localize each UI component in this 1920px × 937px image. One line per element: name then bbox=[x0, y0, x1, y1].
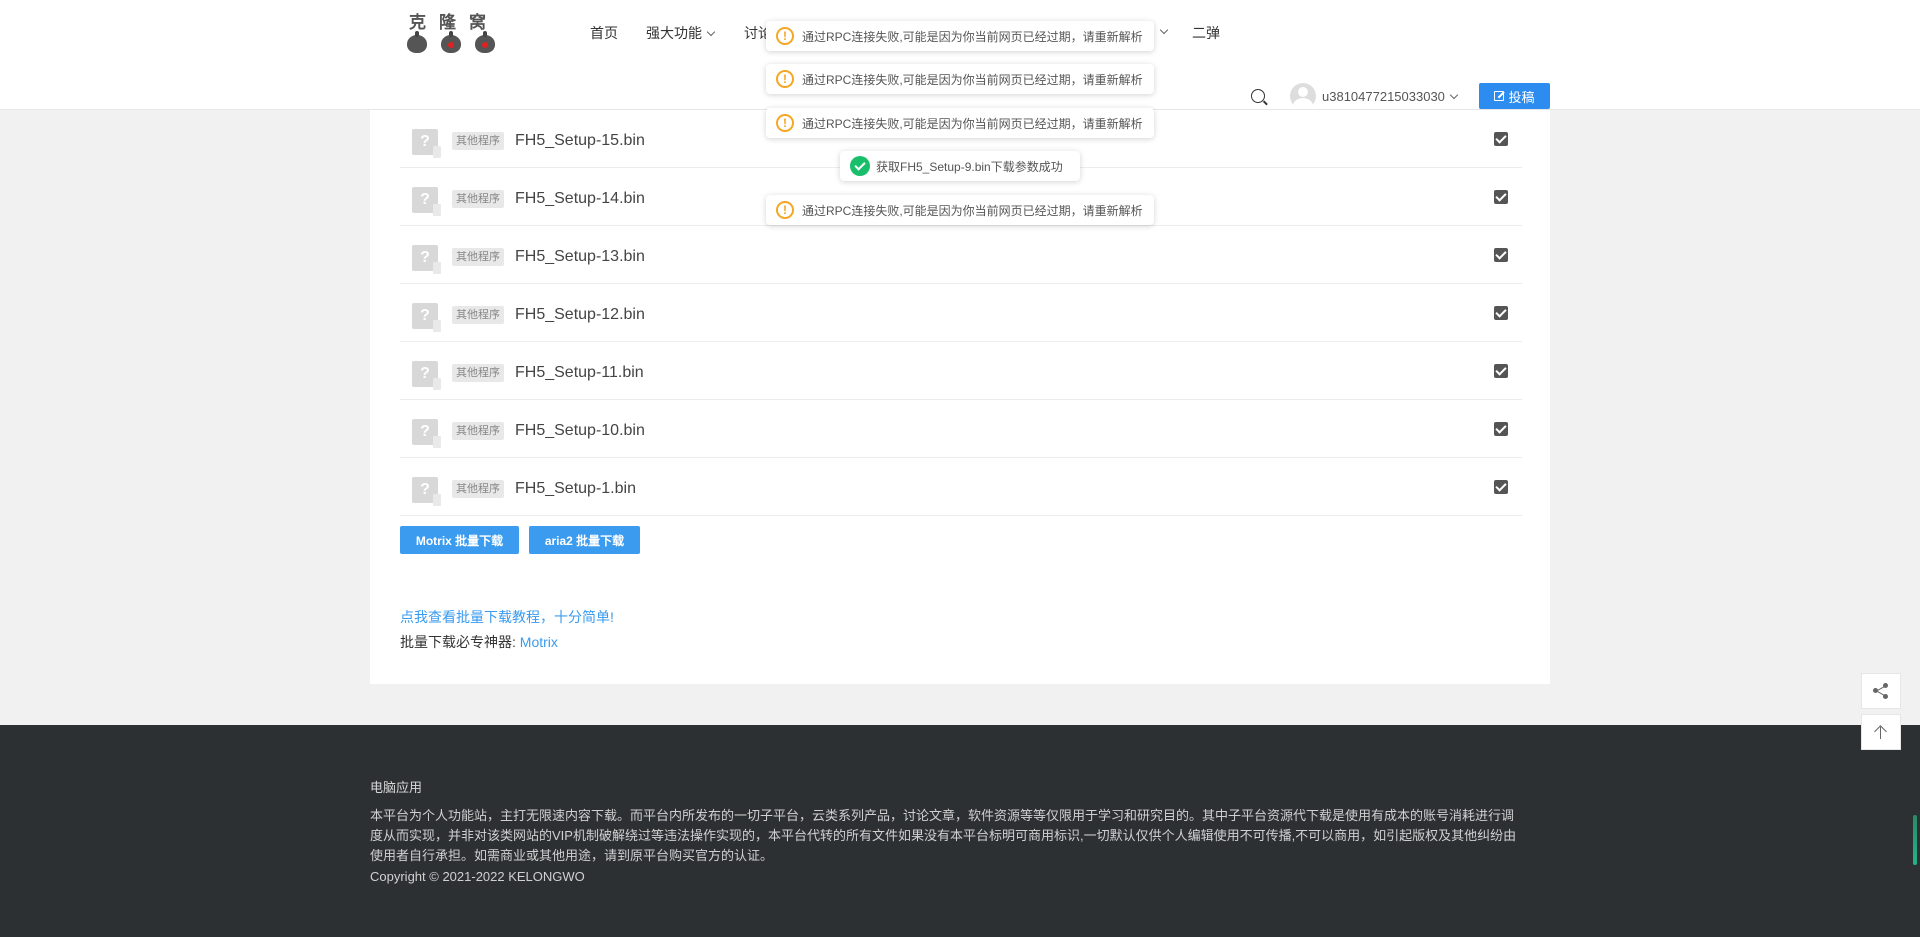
file-checkbox[interactable] bbox=[1494, 190, 1508, 204]
post-button-label: 投稿 bbox=[1508, 89, 1535, 105]
file-checkbox[interactable] bbox=[1494, 132, 1508, 146]
file-checkbox[interactable] bbox=[1494, 306, 1508, 320]
file-name: FH5_Setup-15.bin bbox=[515, 132, 645, 149]
logo-text: 克 隆 窝 bbox=[405, 8, 495, 33]
logo-char-1: 克 bbox=[409, 13, 427, 33]
warning-icon: ! bbox=[776, 201, 794, 219]
username: u3810477215033030 bbox=[1322, 89, 1445, 104]
search-icon[interactable] bbox=[1251, 89, 1265, 103]
motrix-link[interactable]: Motrix bbox=[520, 634, 558, 650]
motrix-batch-download-button[interactable]: Motrix 批量下载 bbox=[400, 526, 519, 554]
arrow-up-icon bbox=[1874, 725, 1888, 739]
mascot-icon bbox=[441, 31, 461, 53]
nav-features[interactable]: 强大功能 bbox=[646, 23, 716, 43]
share-button[interactable] bbox=[1861, 673, 1901, 709]
chevron-down-icon bbox=[1449, 90, 1459, 100]
file-category-tag: 其他程序 bbox=[452, 364, 504, 382]
user-menu[interactable]: u3810477215033030 bbox=[1322, 89, 1459, 104]
toast-message: 获取FH5_Setup-9.bin下载参数成功 bbox=[876, 159, 1063, 174]
file-category-tag: 其他程序 bbox=[452, 190, 504, 208]
rpc-fail-toast: ! 通过RPC连接失败,可能是因为你当前网页已经过期，请重新解析 bbox=[766, 108, 1154, 138]
footer-copyright: Copyright © 2021-2022 KELONGWO bbox=[370, 869, 585, 884]
mascot-icon bbox=[475, 31, 495, 53]
file-category-tag: 其他程序 bbox=[452, 306, 504, 324]
unknown-file-icon: ? bbox=[412, 187, 441, 216]
rpc-fail-toast: ! 通过RPC连接失败,可能是因为你当前网页已经过期，请重新解析 bbox=[766, 195, 1154, 225]
nav-second-label: 二弹 bbox=[1192, 25, 1220, 41]
chevron-down-icon bbox=[1159, 25, 1169, 35]
toast-message: 通过RPC连接失败,可能是因为你当前网页已经过期，请重新解析 bbox=[802, 29, 1143, 44]
logo-char-2: 隆 bbox=[439, 13, 457, 33]
file-name: FH5_Setup-12.bin bbox=[515, 306, 645, 323]
file-name: FH5_Setup-11.bin bbox=[515, 364, 644, 381]
unknown-file-icon: ? bbox=[412, 245, 441, 274]
file-category-tag: 其他程序 bbox=[452, 132, 504, 150]
footer-title: 电脑应用 bbox=[370, 780, 423, 795]
file-category-tag: 其他程序 bbox=[452, 480, 504, 498]
warning-icon: ! bbox=[776, 114, 794, 132]
rpc-fail-toast: ! 通过RPC连接失败,可能是因为你当前网页已经过期，请重新解析 bbox=[766, 21, 1154, 51]
file-checkbox[interactable] bbox=[1494, 248, 1508, 262]
file-checkbox[interactable] bbox=[1494, 480, 1508, 494]
avatar[interactable] bbox=[1290, 83, 1316, 109]
tool-prefix: 批量下载必专神器: bbox=[400, 634, 516, 650]
file-row[interactable]: ? 其他程序 FH5_Setup-11.bin bbox=[400, 342, 1522, 400]
toast-message: 通过RPC连接失败,可能是因为你当前网页已经过期，请重新解析 bbox=[802, 203, 1143, 218]
file-name: FH5_Setup-13.bin bbox=[515, 248, 645, 265]
file-name: FH5_Setup-14.bin bbox=[515, 190, 645, 207]
unknown-file-icon: ? bbox=[412, 419, 441, 448]
file-category-tag: 其他程序 bbox=[452, 422, 504, 440]
file-row[interactable]: ? 其他程序 FH5_Setup-13.bin bbox=[400, 226, 1522, 284]
file-category-tag: 其他程序 bbox=[452, 248, 504, 266]
unknown-file-icon: ? bbox=[412, 477, 441, 506]
logo-char-3: 窝 bbox=[469, 13, 487, 33]
nav-home-label: 首页 bbox=[590, 25, 618, 41]
file-row[interactable]: ? 其他程序 FH5_Setup-1.bin bbox=[400, 458, 1522, 516]
file-checkbox[interactable] bbox=[1494, 364, 1508, 378]
file-name: FH5_Setup-1.bin bbox=[515, 480, 636, 497]
rpc-fail-toast: ! 通过RPC连接失败,可能是因为你当前网页已经过期，请重新解析 bbox=[766, 64, 1154, 94]
edit-icon bbox=[1494, 91, 1505, 101]
footer-disclaimer: 本平台为个人功能站，主打无限速内容下载。而平台内所发布的一切子平台，云类系列产品… bbox=[370, 808, 1517, 863]
file-row[interactable]: ? 其他程序 FH5_Setup-10.bin bbox=[400, 400, 1522, 458]
success-toast: 获取FH5_Setup-9.bin下载参数成功 bbox=[840, 151, 1080, 181]
chevron-down-icon bbox=[706, 27, 716, 37]
unknown-file-icon: ? bbox=[412, 129, 441, 158]
unknown-file-icon: ? bbox=[412, 303, 441, 332]
post-button[interactable]: 投稿 bbox=[1479, 83, 1550, 109]
share-icon bbox=[1873, 683, 1889, 699]
check-circle-icon bbox=[850, 156, 870, 176]
unknown-file-icon: ? bbox=[412, 361, 441, 390]
nav-second[interactable]: 二弹 bbox=[1192, 23, 1220, 43]
warning-icon: ! bbox=[776, 27, 794, 45]
file-checkbox[interactable] bbox=[1494, 422, 1508, 436]
mascot-icon bbox=[407, 31, 427, 53]
nav-home[interactable]: 首页 bbox=[590, 23, 618, 43]
warning-icon: ! bbox=[776, 70, 794, 88]
scroll-progress-indicator bbox=[1913, 815, 1917, 865]
recommended-tool-line: 批量下载必专神器: Motrix bbox=[400, 632, 558, 652]
toast-message: 通过RPC连接失败,可能是因为你当前网页已经过期，请重新解析 bbox=[802, 72, 1143, 87]
aria2-batch-download-button[interactable]: aria2 批量下载 bbox=[529, 526, 640, 554]
file-row[interactable]: ? 其他程序 FH5_Setup-12.bin bbox=[400, 284, 1522, 342]
nav-features-label: 强大功能 bbox=[646, 25, 702, 41]
logo-mascot-icons bbox=[405, 31, 495, 53]
back-to-top-button[interactable] bbox=[1861, 714, 1901, 750]
nav-dropdown-chevron[interactable] bbox=[1155, 23, 1169, 39]
site-logo[interactable]: 克 隆 窝 bbox=[405, 8, 495, 54]
batch-tutorial-link[interactable]: 点我查看批量下载教程，十分简单! bbox=[400, 607, 614, 627]
file-name: FH5_Setup-10.bin bbox=[515, 422, 645, 439]
site-footer: 电脑应用 本平台为个人功能站，主打无限速内容下载。而平台内所发布的一切子平台，云… bbox=[0, 725, 1920, 937]
toast-message: 通过RPC连接失败,可能是因为你当前网页已经过期，请重新解析 bbox=[802, 116, 1143, 131]
